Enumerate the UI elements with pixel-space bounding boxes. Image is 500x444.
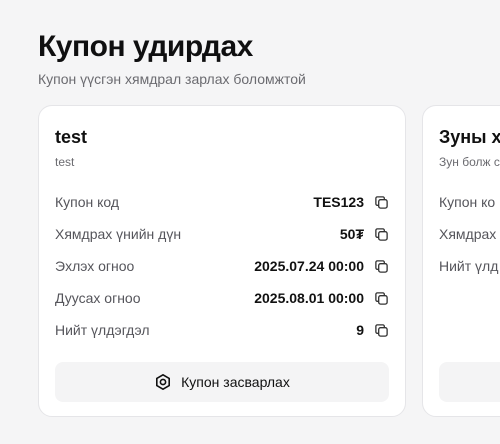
start-date-label: Эхлэх огноо <box>55 258 135 274</box>
coupon-name: test <box>55 127 88 147</box>
edit-coupon-button[interactable]: Купон засварлах <box>55 362 389 402</box>
copy-icon[interactable] <box>373 194 389 210</box>
discount-amount-label: Хямдрах үнийн дүн <box>55 226 182 242</box>
coupon-card: Зуны х Зун болж с Купон ко Хямдрах Нийт … <box>422 105 500 417</box>
edit-coupon-label: Купон засварлах <box>181 374 290 390</box>
remaining-label: Нийт үлд <box>439 258 499 274</box>
coupon-code-value: TES123 <box>313 194 364 210</box>
remaining-label: Нийт үлдэгдэл <box>55 322 150 338</box>
start-date-row: Эхлэх огноо 2025.07.24 00:00 <box>55 256 389 276</box>
coupon-code-row: Купон код TES123 <box>55 192 389 212</box>
copy-icon[interactable] <box>373 258 389 274</box>
copy-icon[interactable] <box>373 226 389 242</box>
remaining-row: Нийт үлд <box>439 256 500 276</box>
coupon-management-page: Купон удирдах Купон үүсгэн хямдрал зарла… <box>0 0 500 444</box>
coupon-description: Зун болж с <box>439 155 500 169</box>
discount-amount-label: Хямдрах <box>439 226 497 242</box>
end-date-row: Дуусах огноо 2025.08.01 00:00 <box>55 288 389 308</box>
end-date-value: 2025.08.01 00:00 <box>254 290 364 306</box>
coupon-code-row: Купон ко <box>439 192 500 212</box>
discount-amount-row: Хямдрах үнийн дүн 50₮ <box>55 224 389 244</box>
discount-amount-value: 50₮ <box>339 226 364 242</box>
copy-icon[interactable] <box>373 290 389 306</box>
coupon-code-label: Купон код <box>55 194 120 210</box>
end-date-label: Дуусах огноо <box>55 290 141 306</box>
page-title: Купон удирдах <box>38 30 253 63</box>
coupon-description: test <box>55 155 75 169</box>
page-subtitle: Купон үүсгэн хямдрал зарлах боломжтой <box>38 71 306 87</box>
discount-amount-row: Хямдрах <box>439 224 500 244</box>
coupon-name: Зуны х <box>439 127 500 147</box>
remaining-row: Нийт үлдэгдэл 9 <box>55 320 389 340</box>
copy-icon[interactable] <box>373 322 389 338</box>
edit-coupon-button[interactable] <box>439 362 500 402</box>
hexagon-nut-icon <box>154 373 172 391</box>
coupon-card: test test Купон код TES123 Хямдрах үнийн… <box>38 105 406 417</box>
remaining-value: 9 <box>356 322 364 338</box>
coupon-code-label: Купон ко <box>439 194 496 210</box>
start-date-value: 2025.07.24 00:00 <box>254 258 364 274</box>
